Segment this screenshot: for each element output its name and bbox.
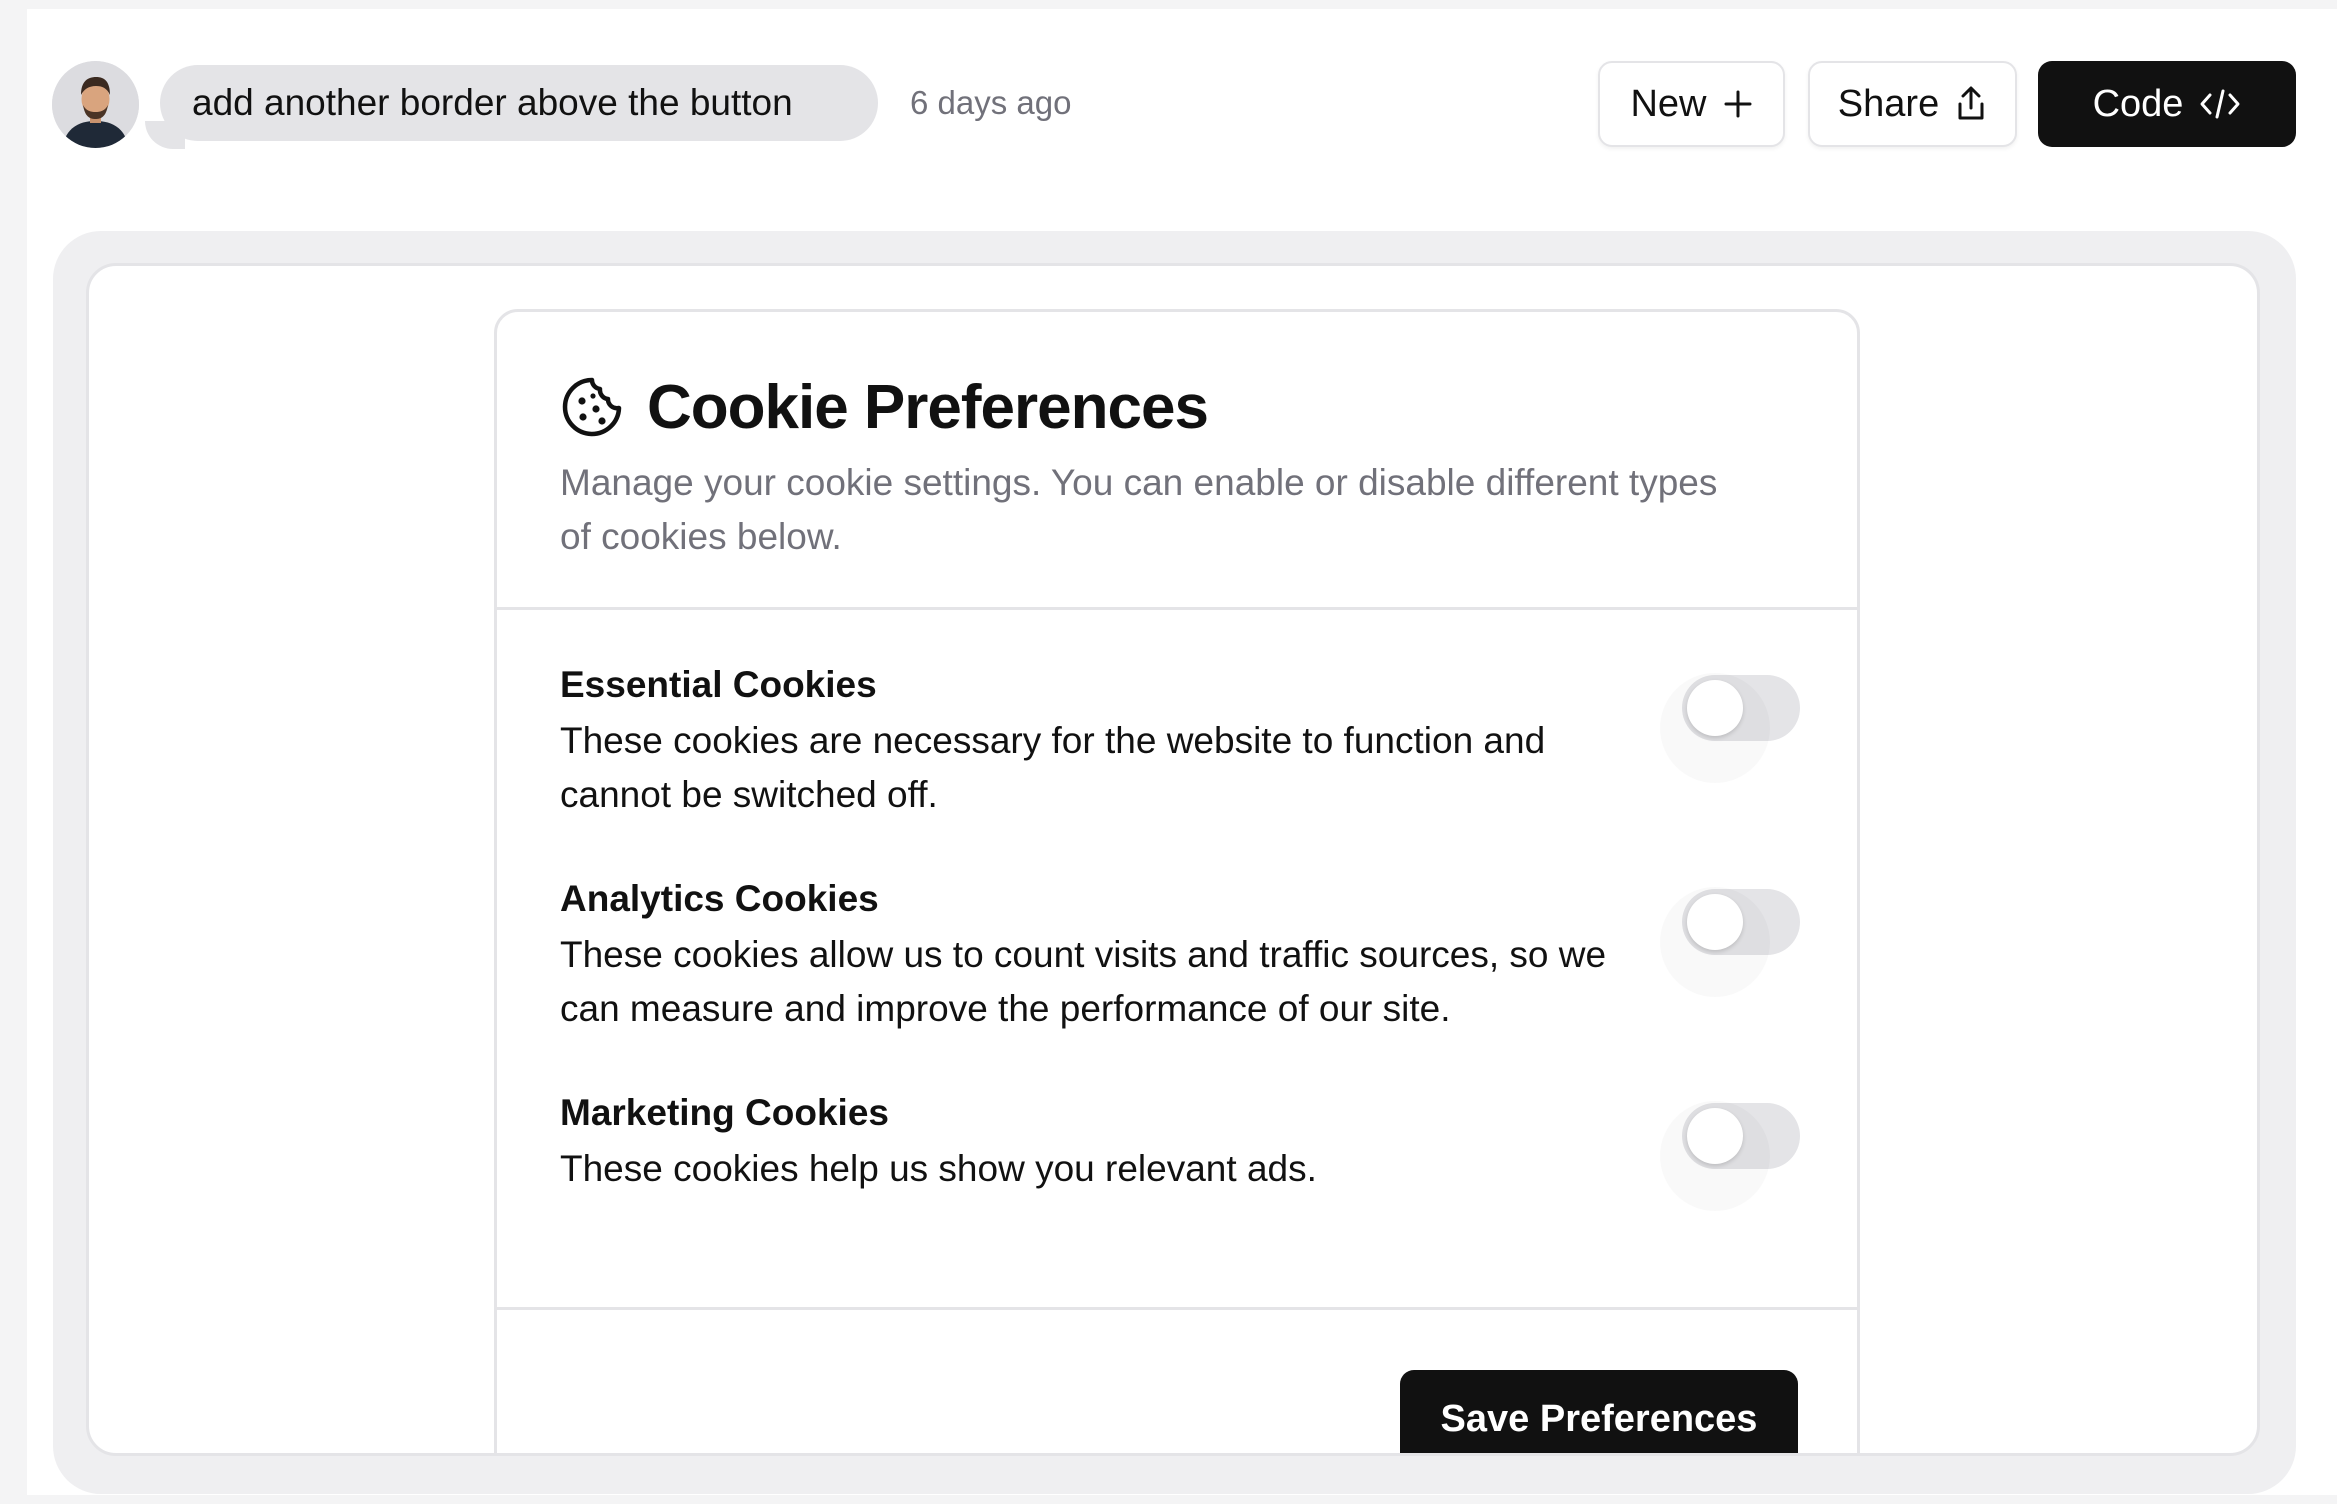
- card-title: Cookie Preferences: [647, 373, 1209, 442]
- essential-cookies-toggle[interactable]: [1682, 675, 1800, 741]
- plus-icon: [1724, 90, 1752, 118]
- new-button[interactable]: New: [1598, 61, 1785, 147]
- cookie-preferences-card: Cookie Preferences Manage your cookie se…: [494, 309, 1860, 1453]
- prompt-message-text: add another border above the button: [192, 82, 793, 123]
- footer-divider: [497, 1307, 1857, 1310]
- cookie-option-description: These cookies are necessary for the webs…: [560, 720, 1546, 815]
- code-button[interactable]: Code: [2038, 61, 2296, 147]
- cookie-option-title: Analytics Cookies: [560, 878, 879, 919]
- cookie-option-description: These cookies allow us to count visits a…: [560, 934, 1607, 1029]
- toggle-knob: [1687, 1108, 1743, 1164]
- cookie-option-analytics: Analytics Cookies These cookies allow us…: [560, 874, 1800, 1036]
- code-button-label: Code: [2092, 82, 2184, 125]
- code-icon: [2200, 89, 2240, 119]
- marketing-cookies-toggle[interactable]: [1682, 1103, 1800, 1169]
- save-preferences-button[interactable]: Save Preferences: [1400, 1370, 1798, 1453]
- analytics-cookies-toggle[interactable]: [1682, 889, 1800, 955]
- cookie-option-title: Essential Cookies: [560, 664, 877, 705]
- card-subtitle: Manage your cookie settings. You can ena…: [560, 462, 1718, 557]
- share-button[interactable]: Share: [1808, 61, 2017, 147]
- toggle-knob: [1687, 894, 1743, 950]
- cookie-icon: [562, 377, 622, 437]
- share-button-label: Share: [1837, 82, 1940, 125]
- cookie-option-description: These cookies help us show you relevant …: [560, 1148, 1317, 1189]
- cookie-option-title: Marketing Cookies: [560, 1092, 889, 1133]
- user-avatar: [52, 61, 139, 148]
- page: add another border above the button 6 da…: [27, 9, 2337, 1495]
- toggle-knob: [1687, 680, 1743, 736]
- preview-canvas: Cookie Preferences Manage your cookie se…: [86, 263, 2260, 1456]
- card-header: Cookie Preferences Manage your cookie se…: [497, 312, 1857, 610]
- cookie-option-marketing: Marketing Cookies These cookies help us …: [560, 1088, 1800, 1196]
- share-icon: [1958, 86, 1984, 120]
- prompt-message-bubble: add another border above the button: [160, 65, 878, 141]
- cookie-option-essential: Essential Cookies These cookies are nece…: [560, 660, 1800, 822]
- new-button-label: New: [1630, 82, 1707, 125]
- message-timestamp: 6 days ago: [910, 84, 1072, 121]
